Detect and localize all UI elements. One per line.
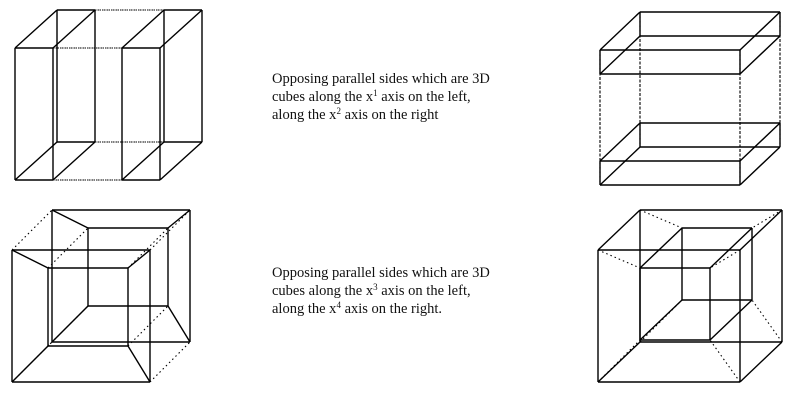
cube-edge [739, 146, 781, 186]
cube-edge [52, 141, 96, 181]
cube-edge [121, 9, 165, 49]
tesseract-projections-figure [11, 9, 783, 383]
cube-edge [639, 227, 683, 269]
cube-edge [121, 141, 165, 181]
cube-edge [599, 35, 641, 75]
hidden-edge [11, 209, 53, 251]
cube-edge [739, 209, 783, 251]
tesseract-x3-figure [11, 209, 191, 383]
caption-line-3: along the x4 axis on the right. [272, 300, 443, 318]
cube-edge [597, 209, 641, 251]
caption-line-3: along the x2 axis on the right [272, 106, 439, 124]
hidden-edge [751, 299, 783, 343]
cube-edge [599, 146, 641, 186]
cube-edge [167, 209, 191, 229]
cube-edge [709, 299, 753, 341]
tesseract-x4-figure [597, 209, 783, 383]
cube-edge [14, 9, 58, 49]
cube-edge [11, 249, 49, 269]
caption-line-2: cubes along the x3 axis on the left, [272, 282, 471, 300]
cube-edge [599, 122, 641, 162]
cube-edge [739, 35, 781, 75]
hidden-edge [149, 209, 191, 251]
cube-edge [159, 9, 203, 49]
hidden-edge [127, 305, 169, 347]
caption-x3-x4: Opposing parallel sides which are 3D cub… [272, 264, 572, 318]
cube-edge [127, 249, 151, 269]
hidden-edge [709, 249, 741, 269]
cube-edge [127, 345, 151, 383]
hidden-edge [597, 249, 641, 269]
caption-x1-x2: Opposing parallel sides which are 3D cub… [272, 70, 572, 124]
cube-edge [167, 305, 191, 343]
caption-line-1: Opposing parallel sides which are 3D [272, 265, 490, 281]
cube-edge [51, 209, 89, 229]
cube-edge [599, 11, 641, 51]
cube-edge [11, 345, 49, 383]
hidden-edge [751, 209, 783, 229]
cube-edge [159, 141, 203, 181]
cube-edge [739, 341, 783, 383]
cube-edge [51, 305, 89, 343]
caption-line-1: Opposing parallel sides which are 3D [272, 71, 490, 87]
tesseract-x1-figure [14, 9, 203, 181]
cube-edge [14, 141, 58, 181]
hidden-edge [709, 339, 741, 383]
cube-edge [709, 227, 753, 269]
cube-edge [739, 122, 781, 162]
caption-line-2: cubes along the x1 axis on the left, [272, 88, 471, 106]
hidden-edge [639, 209, 683, 229]
cube-edge [52, 9, 96, 49]
tesseract-x2-figure [599, 11, 781, 186]
cube-edge [739, 11, 781, 51]
hidden-edge [149, 341, 191, 383]
cube-edge [639, 299, 683, 341]
hidden-edge [47, 227, 89, 269]
hidden-edge [127, 227, 169, 269]
cube-edge [597, 341, 641, 383]
